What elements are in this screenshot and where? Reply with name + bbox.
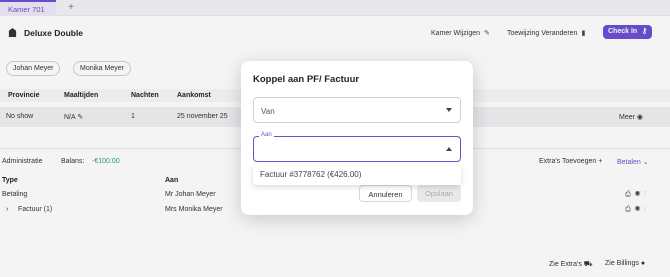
caret-down-icon (446, 108, 452, 112)
modal-title: Koppel aan PF/ Factuur (253, 74, 360, 85)
cancel-button[interactable]: Annuleren (359, 185, 412, 202)
to-select-label: Aan (259, 132, 274, 138)
caret-up-icon (446, 147, 452, 151)
from-select-value: Van (261, 107, 275, 116)
link-invoice-modal: Koppel aan PF/ Factuur Van Aan Annuleren… (241, 61, 473, 215)
from-select[interactable]: Van (253, 97, 461, 123)
to-select[interactable]: Aan (253, 132, 461, 162)
save-button[interactable]: Opslaan (417, 185, 461, 202)
dropdown-option-invoice[interactable]: Factuur #3778762 (€426.00) (260, 170, 361, 179)
to-select-dropdown: Factuur #3778762 (€426.00) (253, 165, 461, 185)
